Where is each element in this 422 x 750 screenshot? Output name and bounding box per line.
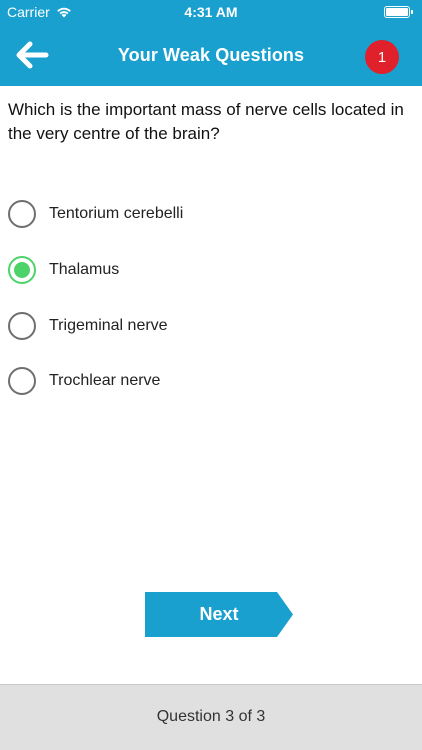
option-label: Trochlear nerve (49, 372, 161, 389)
option-thalamus[interactable]: Thalamus (8, 252, 388, 288)
navigation-bar: Your Weak Questions 1 (0, 24, 422, 86)
option-tentorium-cerebelli[interactable]: Tentorium cerebelli (8, 196, 388, 232)
battery-icon (384, 6, 413, 18)
radio-unselected-icon[interactable] (8, 200, 36, 228)
next-button[interactable]: Next (145, 592, 293, 637)
status-bar: Carrier 4:31 AM (0, 0, 422, 24)
weak-count-badge[interactable]: 1 (365, 40, 399, 74)
question-text: Which is the important mass of nerve cel… (8, 100, 404, 143)
next-button-label: Next (199, 604, 239, 624)
question-progress: Question 3 of 3 (156, 708, 266, 725)
radio-unselected-icon[interactable] (8, 312, 36, 340)
clock: 4:31 AM (184, 4, 238, 20)
option-trigeminal-nerve[interactable]: Trigeminal nerve (8, 308, 388, 344)
option-label: Thalamus (49, 261, 120, 278)
option-label: Tentorium cerebelli (49, 205, 184, 222)
page-title: Your Weak Questions (117, 45, 305, 65)
footer-bar: Question 3 of 3 (0, 684, 422, 750)
option-label: Trigeminal nerve (49, 317, 168, 334)
radio-unselected-icon[interactable] (8, 367, 36, 395)
option-trochlear-nerve[interactable]: Trochlear nerve (8, 363, 388, 399)
radio-selected-icon[interactable] (8, 256, 36, 284)
